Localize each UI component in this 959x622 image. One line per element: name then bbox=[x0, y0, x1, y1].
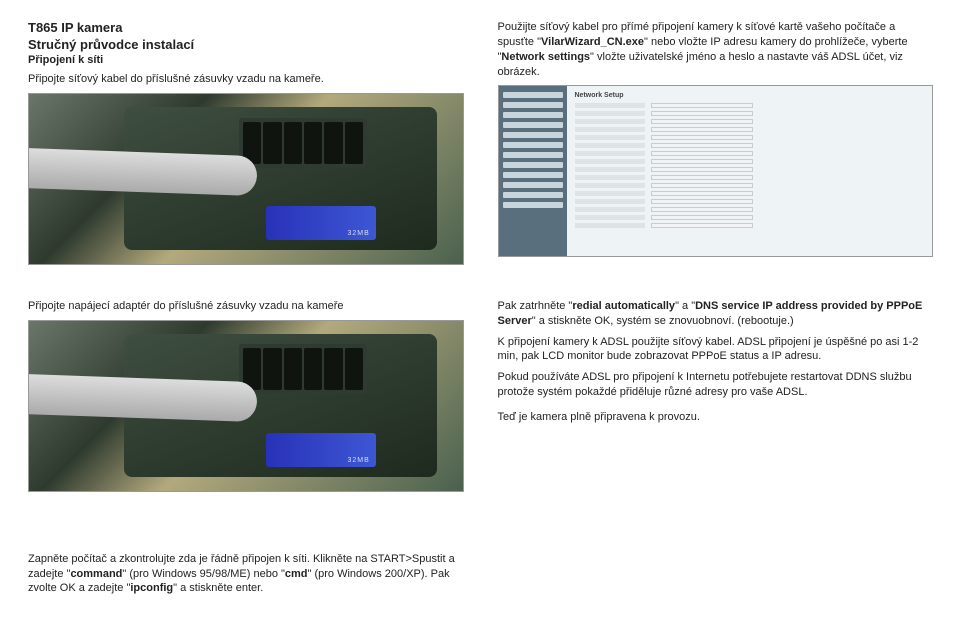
doc-subtitle: Stručný průvodce instalací bbox=[28, 37, 462, 52]
bold-run-network-settings: Network settings bbox=[501, 51, 590, 63]
text-run: " a stiskněte enter. bbox=[173, 582, 263, 594]
top-right-paragraph: Použijte síťový kabel pro přímé připojen… bbox=[498, 20, 932, 79]
top-left-col: T865 IP kamera Stručný průvodce instalac… bbox=[28, 20, 462, 265]
middle-right-p3: Pokud používáte ADSL pro připojení k Int… bbox=[498, 370, 932, 400]
doc-title: T865 IP kamera bbox=[28, 20, 462, 35]
bottom-row: Zapněte počítač a zkontrolujte zda je řá… bbox=[28, 552, 931, 603]
text-run: " (pro Windows 95/98/ME) nebo " bbox=[122, 568, 285, 580]
text-run: " a stiskněte OK, systém se znovuobnoví.… bbox=[532, 315, 794, 327]
network-setup-title: Network Setup bbox=[575, 92, 925, 99]
middle-right-p4: Teď je kamera plně připravena k provozu. bbox=[498, 410, 932, 425]
middle-row: Připojte napájecí adaptér do příslušné z… bbox=[28, 299, 931, 492]
camera-rear-image-2: 32MB bbox=[28, 320, 464, 492]
middle-right-p1: Pak zatrhněte "redial automatically" a "… bbox=[498, 299, 932, 329]
bottom-right-col bbox=[498, 552, 932, 603]
bottom-left-col: Zapněte počítač a zkontrolujte zda je řá… bbox=[28, 552, 462, 603]
bold-run-cmd: cmd bbox=[285, 568, 308, 580]
bold-run-ipconfig: ipconfig bbox=[130, 582, 173, 594]
bold-run-vilarwizard: VilarWizard_CN.exe bbox=[541, 36, 644, 48]
text-run: Pak zatrhněte " bbox=[498, 300, 573, 312]
bottom-paragraph: Zapněte počítač a zkontrolujte zda je řá… bbox=[28, 552, 462, 597]
bold-run-redial: redial automatically bbox=[572, 300, 675, 312]
middle-left-paragraph: Připojte napájecí adaptér do příslušné z… bbox=[28, 299, 462, 314]
middle-left-col: Připojte napájecí adaptér do příslušné z… bbox=[28, 299, 462, 492]
middle-right-p2: K připojení kamery k ADSL použijte síťov… bbox=[498, 335, 932, 365]
top-left-paragraph: Připojte síťový kabel do příslušné zásuv… bbox=[28, 72, 462, 87]
network-setup-screenshot: Network Setup bbox=[498, 85, 934, 257]
top-right-col: Použijte síťový kabel pro přímé připojen… bbox=[498, 20, 932, 265]
middle-right-col: Pak zatrhněte "redial automatically" a "… bbox=[498, 299, 932, 492]
text-run: " a " bbox=[675, 300, 695, 312]
top-row: T865 IP kamera Stručný průvodce instalac… bbox=[28, 20, 931, 265]
section-heading-connection: Připojení k síti bbox=[28, 54, 462, 66]
camera-rear-image-1: 32MB bbox=[28, 93, 464, 265]
bold-run-command: command bbox=[70, 568, 122, 580]
